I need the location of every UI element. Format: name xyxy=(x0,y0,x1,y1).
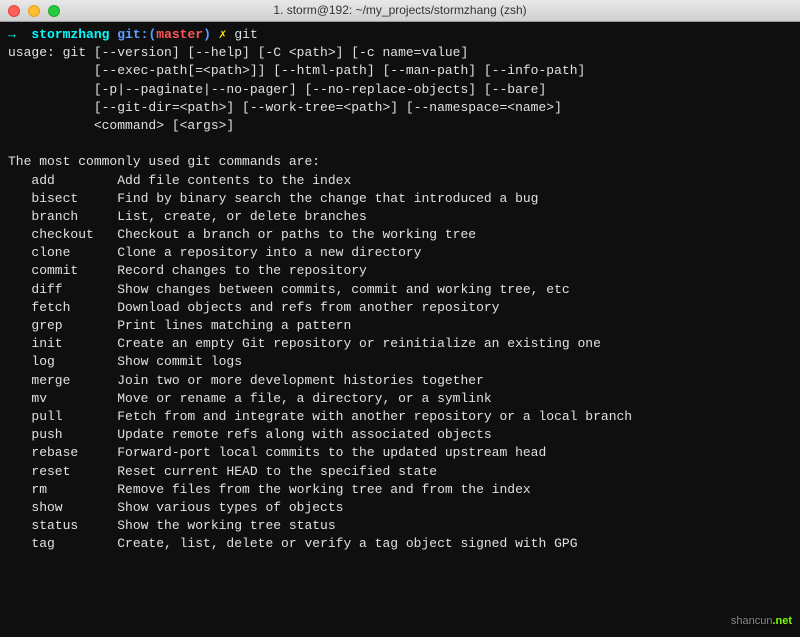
usage-block: usage: git [--version] [--help] [-C <pat… xyxy=(8,44,792,135)
command-row: add Add file contents to the index xyxy=(8,172,792,190)
prompt-arrow-icon: → xyxy=(8,27,16,42)
usage-line: <command> [<args>] xyxy=(8,117,792,135)
usage-line: [--git-dir=<path>] [--work-tree=<path>] … xyxy=(8,99,792,117)
usage-line: [--exec-path[=<path>]] [--html-path] [--… xyxy=(8,62,792,80)
watermark-suffix: .net xyxy=(772,615,792,627)
command-row: checkout Checkout a branch or paths to t… xyxy=(8,226,792,244)
usage-line: [-p|--paginate|--no-pager] [--no-replace… xyxy=(8,81,792,99)
command-row: grep Print lines matching a pattern xyxy=(8,317,792,335)
paren-close: ) xyxy=(203,27,211,42)
git-branch: master xyxy=(156,27,203,42)
command-row: pull Fetch from and integrate with anoth… xyxy=(8,408,792,426)
traffic-lights xyxy=(8,5,60,17)
window-title: 1. storm@192: ~/my_projects/stormzhang (… xyxy=(273,2,526,19)
command-row: log Show commit logs xyxy=(8,353,792,371)
watermark: shancun.net xyxy=(731,614,792,629)
command-row: branch List, create, or delete branches xyxy=(8,208,792,226)
usage-line: usage: git [--version] [--help] [-C <pat… xyxy=(8,44,792,62)
command-row: show Show various types of objects xyxy=(8,499,792,517)
watermark-text: shancun xyxy=(731,615,773,627)
commands-list: add Add file contents to the index bisec… xyxy=(8,172,792,554)
minimize-icon[interactable] xyxy=(28,5,40,17)
prompt-separator-icon: ✗ xyxy=(219,27,227,42)
command-row: init Create an empty Git repository or r… xyxy=(8,335,792,353)
command-row: diff Show changes between commits, commi… xyxy=(8,281,792,299)
command-row: bisect Find by binary search the change … xyxy=(8,190,792,208)
command-row: mv Move or rename a file, a directory, o… xyxy=(8,390,792,408)
window-titlebar: 1. storm@192: ~/my_projects/stormzhang (… xyxy=(0,0,800,22)
command-row: status Show the working tree status xyxy=(8,517,792,535)
maximize-icon[interactable] xyxy=(48,5,60,17)
typed-command: git xyxy=(234,27,257,42)
command-row: tag Create, list, delete or verify a tag… xyxy=(8,535,792,553)
command-row: rm Remove files from the working tree an… xyxy=(8,481,792,499)
prompt-user: stormzhang xyxy=(31,27,109,42)
prompt-line: → stormzhang git:(master) ✗ git xyxy=(8,26,792,44)
commands-heading: The most commonly used git commands are: xyxy=(8,153,792,171)
command-row: reset Reset current HEAD to the specifie… xyxy=(8,463,792,481)
command-row: clone Clone a repository into a new dire… xyxy=(8,244,792,262)
command-row: rebase Forward-port local commits to the… xyxy=(8,444,792,462)
command-row: commit Record changes to the repository xyxy=(8,262,792,280)
command-row: fetch Download objects and refs from ano… xyxy=(8,299,792,317)
blank-line xyxy=(8,135,792,153)
command-row: merge Join two or more development histo… xyxy=(8,372,792,390)
command-row: push Update remote refs along with assoc… xyxy=(8,426,792,444)
git-label: git: xyxy=(117,27,148,42)
close-icon[interactable] xyxy=(8,5,20,17)
terminal-content[interactable]: → stormzhang git:(master) ✗ git usage: g… xyxy=(0,22,800,637)
